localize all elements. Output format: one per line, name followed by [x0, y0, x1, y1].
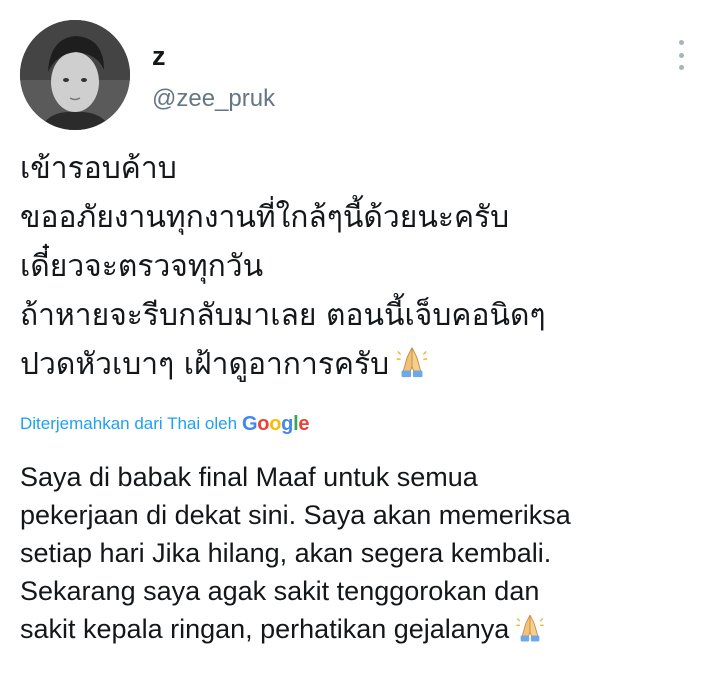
original-line: ถ้าหายจะรีบกลับมาเลย ตอนนี้เจ็บคอนิดๆ [20, 298, 546, 333]
google-logo: Google [242, 411, 309, 437]
author-name[interactable]: z [152, 40, 166, 72]
translated-line: sakit kepala ringan, perhatikan gejalany… [20, 614, 510, 644]
original-line: เข้ารอบค้าบ [20, 151, 177, 186]
google-letter: e [298, 413, 310, 435]
translation-credit[interactable]: Diterjemahkan dari Thai oleh Google [20, 411, 309, 437]
profile-photo [20, 20, 130, 130]
tweet-original-text: เข้ารอบค้าบ ขออภัยงานทุกงานที่ใกล้ๆนี้ด้… [20, 144, 700, 389]
folded-hands-icon [516, 614, 544, 642]
author-handle[interactable]: @zee_pruk [152, 84, 275, 114]
google-letter: o [257, 413, 270, 435]
translated-line: Sekarang saya agak sakit tenggorokan dan [20, 576, 540, 606]
avatar[interactable] [20, 20, 130, 130]
more-vertical-icon[interactable] [675, 40, 687, 70]
translation-label: Diterjemahkan dari Thai oleh [20, 414, 238, 433]
translated-line: pekerjaan di dekat sini. Saya akan memer… [20, 500, 571, 530]
translated-line: setiap hari Jika hilang, akan segera kem… [20, 538, 552, 568]
original-line: ขออภัยงานทุกงานที่ใกล้ๆนี้ด้วยนะครับ [20, 200, 510, 235]
original-line: เดี๋ยวจะตรวจทุกวัน [20, 249, 264, 284]
google-letter: g [281, 413, 294, 435]
translated-line: Saya di babak final Maaf untuk semua [20, 462, 478, 492]
translated-line-last: sakit kepala ringan, perhatikan gejalany… [20, 610, 700, 648]
google-letter: o [269, 413, 282, 435]
original-line: ปวดหัวเบาๆ เฝ้าดูอาการครับ [20, 347, 390, 382]
original-line-last: ปวดหัวเบาๆ เฝ้าดูอาการครับ [20, 340, 700, 389]
google-letter: G [242, 413, 258, 435]
tweet-translated-text: Saya di babak final Maaf untuk semua pek… [20, 458, 700, 648]
folded-hands-icon [396, 347, 428, 378]
